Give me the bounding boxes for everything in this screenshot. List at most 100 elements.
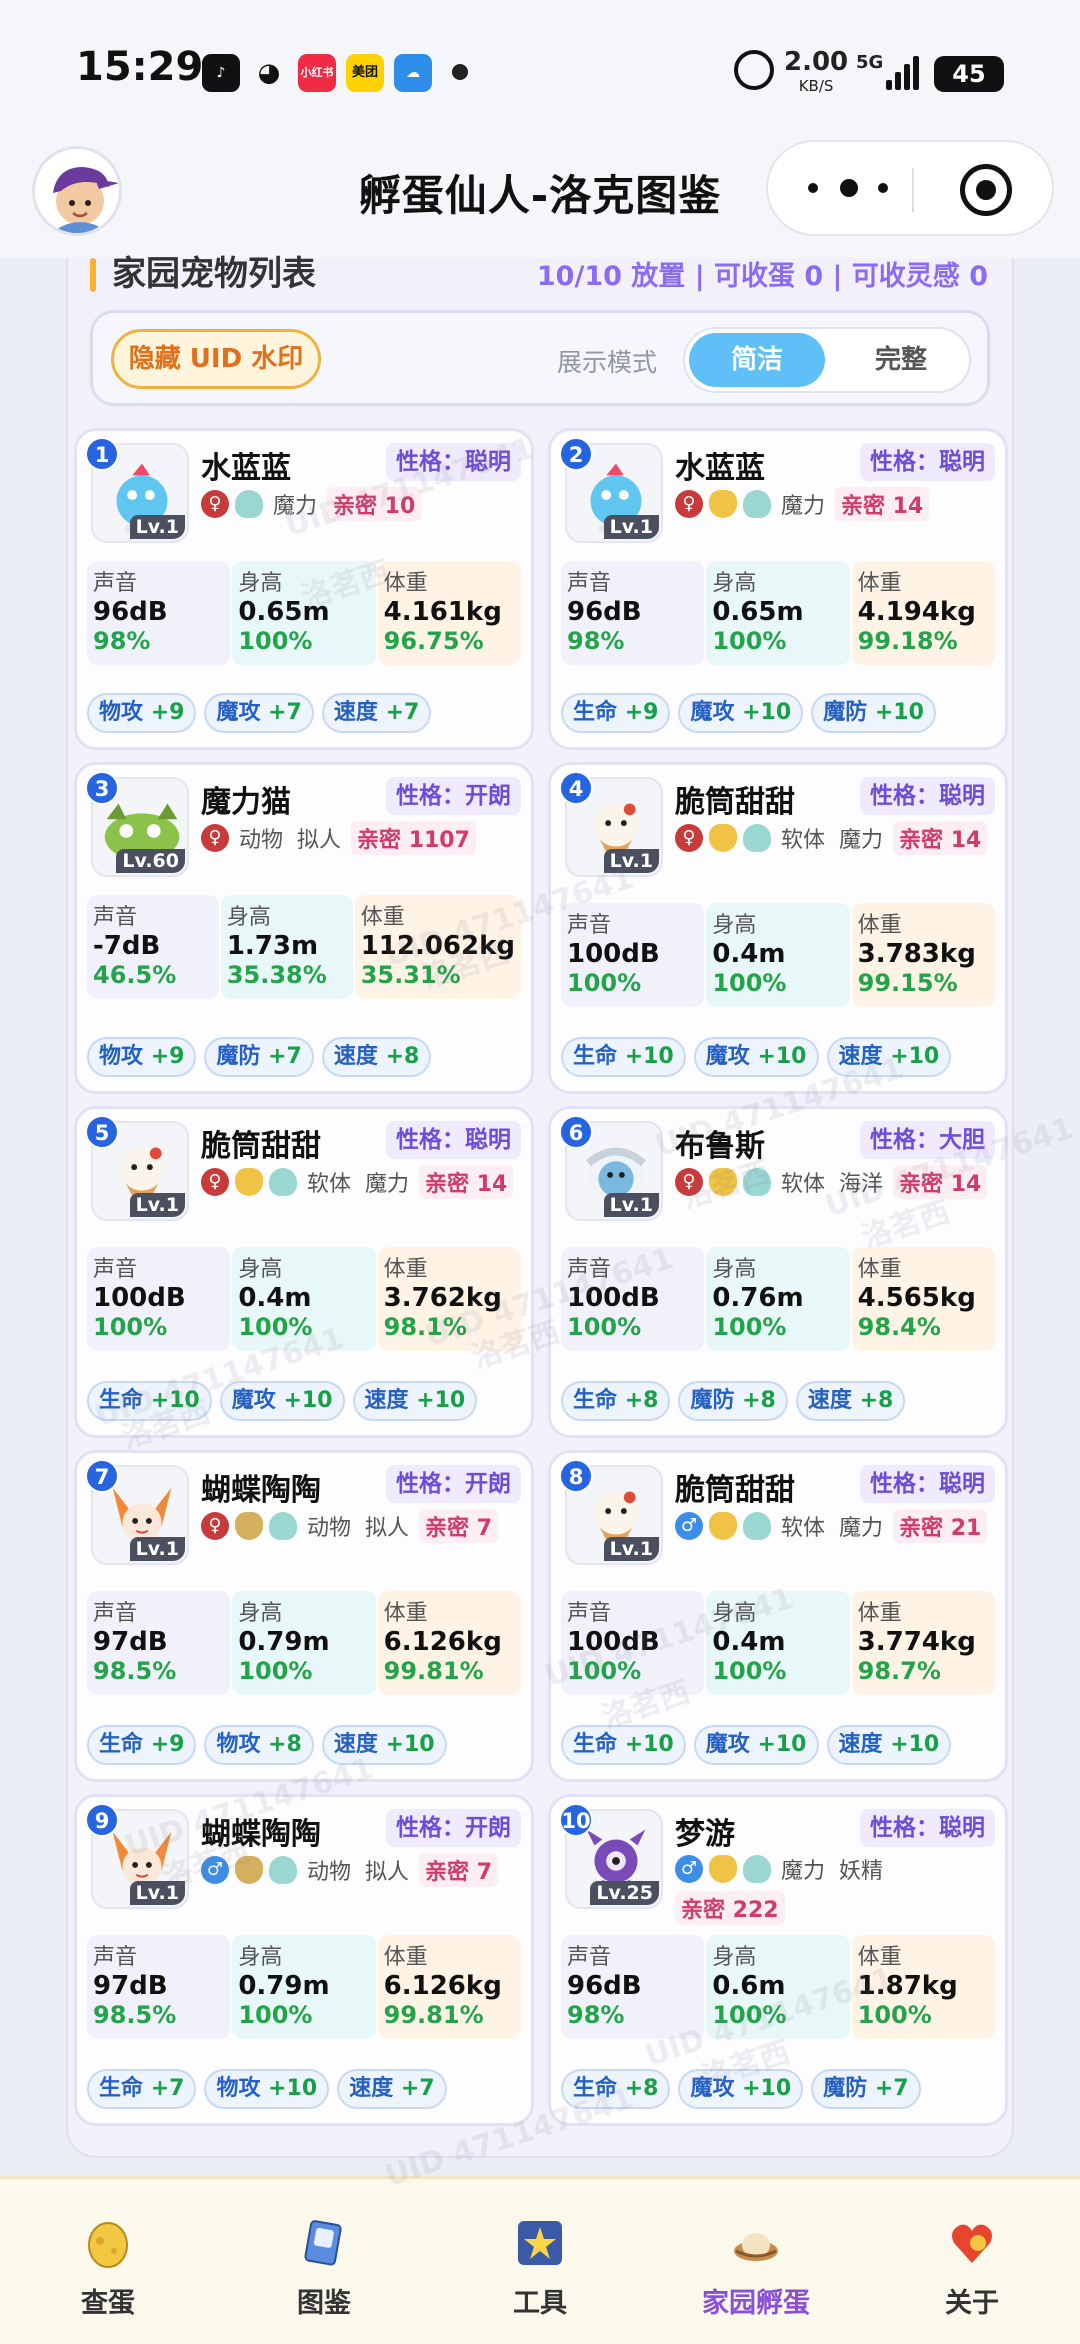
pet-stats: 声音 100dB 100% 身高 0.4m 100% 体重 3.783kg 99… <box>561 903 995 1007</box>
bonus-stat: 魔攻 <box>690 2076 735 2101</box>
bonus-stat: 物攻 <box>99 1044 144 1069</box>
bonus-chip: 物攻 +10 <box>204 2069 330 2109</box>
stat-sound: 声音 97dB 98.5% <box>87 1591 231 1695</box>
intimacy-badge: 亲密 21 <box>893 1509 988 1543</box>
bonus-stat: 魔防 <box>823 700 868 725</box>
bonus-stat: 速度 <box>364 1388 409 1413</box>
female-icon: ♀ <box>675 1168 703 1196</box>
signal-icon <box>886 56 922 90</box>
pet-card[interactable]: 10 Lv.25 梦游 性格：聪明 ♂ 魔力 妖精 亲密 222 声音 96dB … <box>548 1794 1008 2126</box>
weather-icon: ☁ <box>394 54 432 92</box>
stat-value: 1.87kg <box>857 1971 958 2001</box>
pet-card[interactable]: 7 Lv.1 蝴蝶陶陶 性格：开朗 ♀ 动物 拟人 亲密 7 声音 97dB 98… <box>74 1450 534 1782</box>
pet-card[interactable]: 3 Lv.60 魔力猫 性格：开朗 ♀ 动物 拟人 亲密 1107 声音 -7dB… <box>74 762 534 1094</box>
pet-type-tag: 拟人 <box>297 828 342 853</box>
pet-card[interactable]: 6 Lv.1 布鲁斯 性格：大胆 ♀ 软体 海洋 亲密 14 声音 100dB 1… <box>548 1106 1008 1438</box>
pet-name: 脆筒甜甜 <box>675 785 795 820</box>
pet-nature: 性格：开朗 <box>386 1465 521 1503</box>
mode-full-option[interactable]: 完整 <box>833 333 969 387</box>
bonus-stat: 速度 <box>333 700 378 725</box>
bonus-chip: 魔防 +7 <box>811 2069 921 2109</box>
egg-group-icon <box>235 490 263 518</box>
bonus-value: +7 <box>268 1044 302 1069</box>
intimacy-badge: 亲密 14 <box>893 821 988 855</box>
stat-label: 身高 <box>238 1601 283 1626</box>
pet-card[interactable]: 8 Lv.1 脆筒甜甜 性格：聪明 ♂ 软体 魔力 亲密 21 声音 100dB … <box>548 1450 1008 1782</box>
egg-group-icon <box>235 1168 263 1196</box>
bonus-value: +10 <box>268 2076 318 2101</box>
pet-card[interactable]: 4 Lv.1 脆筒甜甜 性格：聪明 ♀ 软体 魔力 亲密 14 声音 100dB … <box>548 762 1008 1094</box>
bonus-stat: 生命 <box>573 1388 618 1413</box>
close-program-icon[interactable] <box>960 164 1012 216</box>
bonus-value: +7 <box>268 700 302 725</box>
pet-bonuses: 生命 +7 物攻 +10 速度 +7 <box>87 2069 523 2109</box>
hide-uid-watermark-button[interactable]: 隐藏 UID 水印 <box>111 329 321 389</box>
stat-sound: 声音 96dB 98% <box>561 1935 705 2039</box>
pet-card[interactable]: 1 Lv.1 水蓝蓝 性格：聪明 ♀ 魔力 亲密 10 声音 96dB 98% <box>74 428 534 750</box>
stat-value: 100dB <box>567 1627 660 1657</box>
pet-name: 蝴蝶陶陶 <box>201 1817 321 1852</box>
pet-type-tag: 软体 <box>307 1172 352 1197</box>
female-icon: ♀ <box>201 490 229 518</box>
pet-card[interactable]: 9 Lv.1 蝴蝶陶陶 性格：开朗 ♂ 动物 拟人 亲密 7 声音 97dB 98… <box>74 1794 534 2126</box>
mode-simple-option[interactable]: 简洁 <box>689 333 825 387</box>
stat-label: 体重 <box>857 1257 902 1282</box>
pet-name: 蝴蝶陶陶 <box>201 1473 321 1508</box>
egg-group-icon <box>235 1856 263 1884</box>
nav-item-home-hatch[interactable]: 家园孵蛋 <box>686 2179 826 2339</box>
bonus-value: +9 <box>150 1044 185 1069</box>
stat-value: 96dB <box>93 597 168 627</box>
pet-card[interactable]: 2 Lv.1 水蓝蓝 性格：聪明 ♀ 魔力 亲密 14 声音 96dB 98% <box>548 428 1008 750</box>
pet-name: 脆筒甜甜 <box>201 1129 321 1164</box>
pet-name: 水蓝蓝 <box>675 451 765 486</box>
bonus-value: +10 <box>742 700 792 725</box>
stat-percent: 98.4% <box>857 1313 941 1341</box>
stat-label: 体重 <box>360 905 405 930</box>
pet-tags: ♀ 魔力 亲密 10 <box>201 487 523 521</box>
pet-tags: ♂ 动物 拟人 亲密 7 <box>201 1853 523 1887</box>
bonus-stat: 魔攻 <box>231 1388 276 1413</box>
nav-item-tools[interactable]: 工具 <box>470 2179 610 2339</box>
pet-bonuses: 生命 +9 魔攻 +10 魔防 +10 <box>561 693 997 733</box>
stat-sound: 声音 100dB 100% <box>561 1247 705 1351</box>
stat-height: 身高 1.73m 35.38% <box>220 895 353 999</box>
pet-nature: 性格：聪明 <box>860 1809 995 1847</box>
status-time: 15:29 <box>76 44 204 90</box>
stat-height: 身高 0.65m 100% <box>706 561 850 665</box>
stat-label: 体重 <box>857 1601 902 1626</box>
bonus-chip: 生命 +9 <box>561 693 671 733</box>
bonus-value: +9 <box>150 1732 185 1757</box>
nav-item-handbook[interactable]: 图鉴 <box>254 2179 394 2339</box>
pet-bonuses: 生命 +8 魔防 +8 速度 +8 <box>561 1381 997 1421</box>
pet-index-badge: 8 <box>559 1459 593 1493</box>
stat-percent: 96.75% <box>383 627 484 655</box>
battery-icon: 45 <box>934 56 1004 92</box>
pet-index-badge: 1 <box>85 437 119 471</box>
pet-type-tag: 魔力 <box>839 1516 884 1541</box>
bonus-value: +8 <box>624 1388 659 1413</box>
bonus-value: +10 <box>624 1732 674 1757</box>
bonus-chip: 魔防 +10 <box>811 693 936 733</box>
stat-percent: 100% <box>567 1313 642 1341</box>
nav-item-check-egg[interactable]: 查蛋 <box>38 2179 178 2339</box>
pet-index-badge: 7 <box>85 1459 119 1493</box>
more-icon[interactable] <box>808 178 898 198</box>
bonus-chip: 生命 +8 <box>561 1381 671 1421</box>
stat-value: 4.194kg <box>857 597 976 627</box>
section-title: 家园宠物列表 <box>112 254 316 294</box>
stat-weight: 体重 4.565kg 98.4% <box>851 1247 995 1351</box>
stat-percent: 98.5% <box>93 2001 177 2029</box>
stat-percent: 100% <box>238 1657 313 1685</box>
stat-value: 6.126kg <box>383 1971 502 2001</box>
stat-value: 0.65m <box>712 597 804 627</box>
bonus-value: +10 <box>150 1388 200 1413</box>
stat-percent: 100% <box>93 1313 168 1341</box>
stat-percent: 100% <box>238 1313 313 1341</box>
stat-label: 身高 <box>238 571 283 596</box>
pet-card[interactable]: 5 Lv.1 脆筒甜甜 性格：聪明 ♀ 软体 魔力 亲密 14 声音 100dB … <box>74 1106 534 1438</box>
nav-item-about[interactable]: 关于 <box>902 2179 1042 2339</box>
stat-label: 体重 <box>857 571 902 596</box>
bonus-chip: 生命 +7 <box>87 2069 197 2109</box>
bonus-stat: 物攻 <box>99 700 144 725</box>
nav-label: 关于 <box>945 2288 999 2319</box>
